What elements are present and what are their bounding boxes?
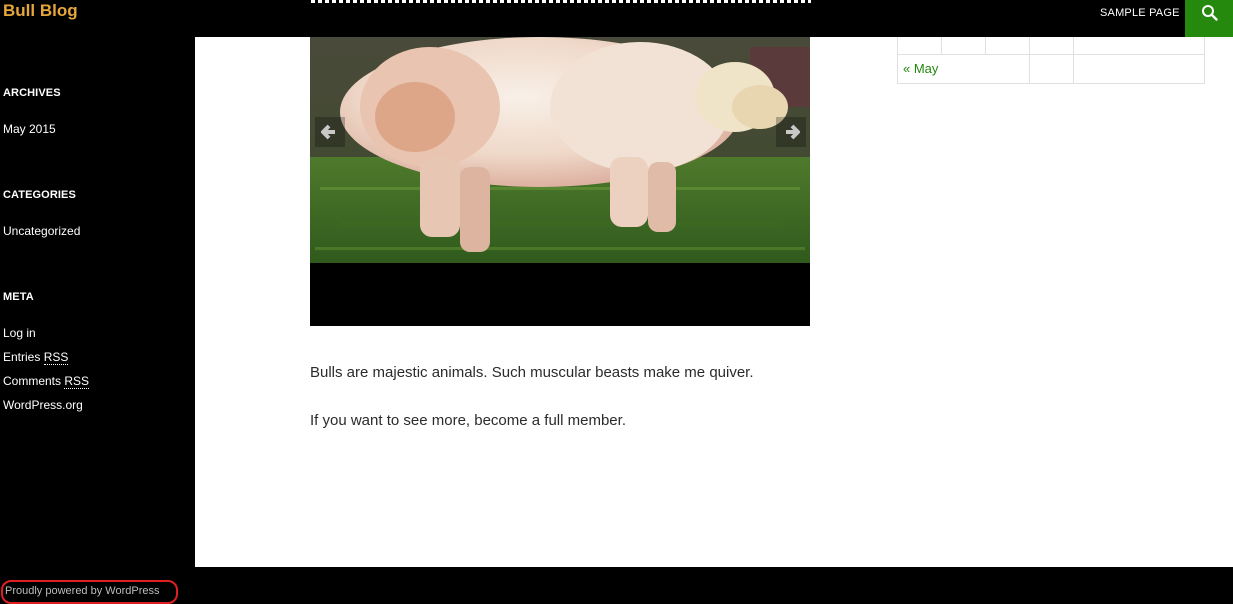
gallery-prev-button[interactable]	[315, 117, 345, 147]
search-toggle-button[interactable]	[1185, 0, 1233, 37]
arrow-left-icon	[315, 117, 345, 147]
meta-comments-rss-link[interactable]: Comments RSS	[3, 374, 90, 389]
calendar-pad-cell	[1029, 54, 1074, 84]
archive-link[interactable]: May 2015	[3, 122, 56, 136]
site-title[interactable]: Bull Blog	[3, 1, 78, 21]
meta-entries-rss-link[interactable]: Entries RSS	[3, 350, 69, 365]
meta-log-in-link[interactable]: Log in	[3, 326, 36, 340]
footer-credit-highlight: Proudly powered by WordPress	[1, 580, 178, 604]
rss-abbr: RSS	[43, 350, 69, 365]
search-icon	[1202, 5, 1218, 21]
bull-photo	[310, 37, 810, 263]
site-footer: Proudly powered by WordPress	[0, 567, 1233, 604]
header-dashed-border	[311, 0, 811, 3]
gallery-next-button[interactable]	[776, 117, 806, 147]
archives-widget-title: ARCHIVES	[3, 87, 61, 99]
entries-label: Entries	[3, 350, 41, 364]
calendar-prev-cell: « May	[897, 54, 1030, 84]
post-paragraph: If you want to see more, become a full m…	[310, 412, 626, 429]
calendar-next-cell	[1073, 54, 1205, 84]
nav-item-sample-page[interactable]: SAMPLE PAGE	[1100, 7, 1180, 19]
arrow-right-icon	[776, 117, 806, 147]
main-content: Bulls are majestic animals. Such muscula…	[195, 25, 1233, 567]
rss-abbr: RSS	[64, 374, 90, 389]
site-header: Bull Blog SAMPLE PAGE	[0, 0, 1233, 37]
meta-widget-title: META	[3, 291, 34, 303]
category-link[interactable]: Uncategorized	[3, 224, 80, 238]
footer-credit-link[interactable]: Proudly powered by WordPress	[5, 585, 159, 597]
meta-wordpress-org-link[interactable]: WordPress.org	[3, 398, 83, 412]
post-gallery	[310, 37, 810, 326]
left-sidebar: ARCHIVES May 2015 CATEGORIES Uncategoriz…	[0, 37, 195, 567]
comments-label: Comments	[3, 374, 62, 388]
calendar-prev-link[interactable]: « May	[898, 61, 938, 76]
post-paragraph: Bulls are majestic animals. Such muscula…	[310, 364, 754, 381]
categories-widget-title: CATEGORIES	[3, 189, 76, 201]
